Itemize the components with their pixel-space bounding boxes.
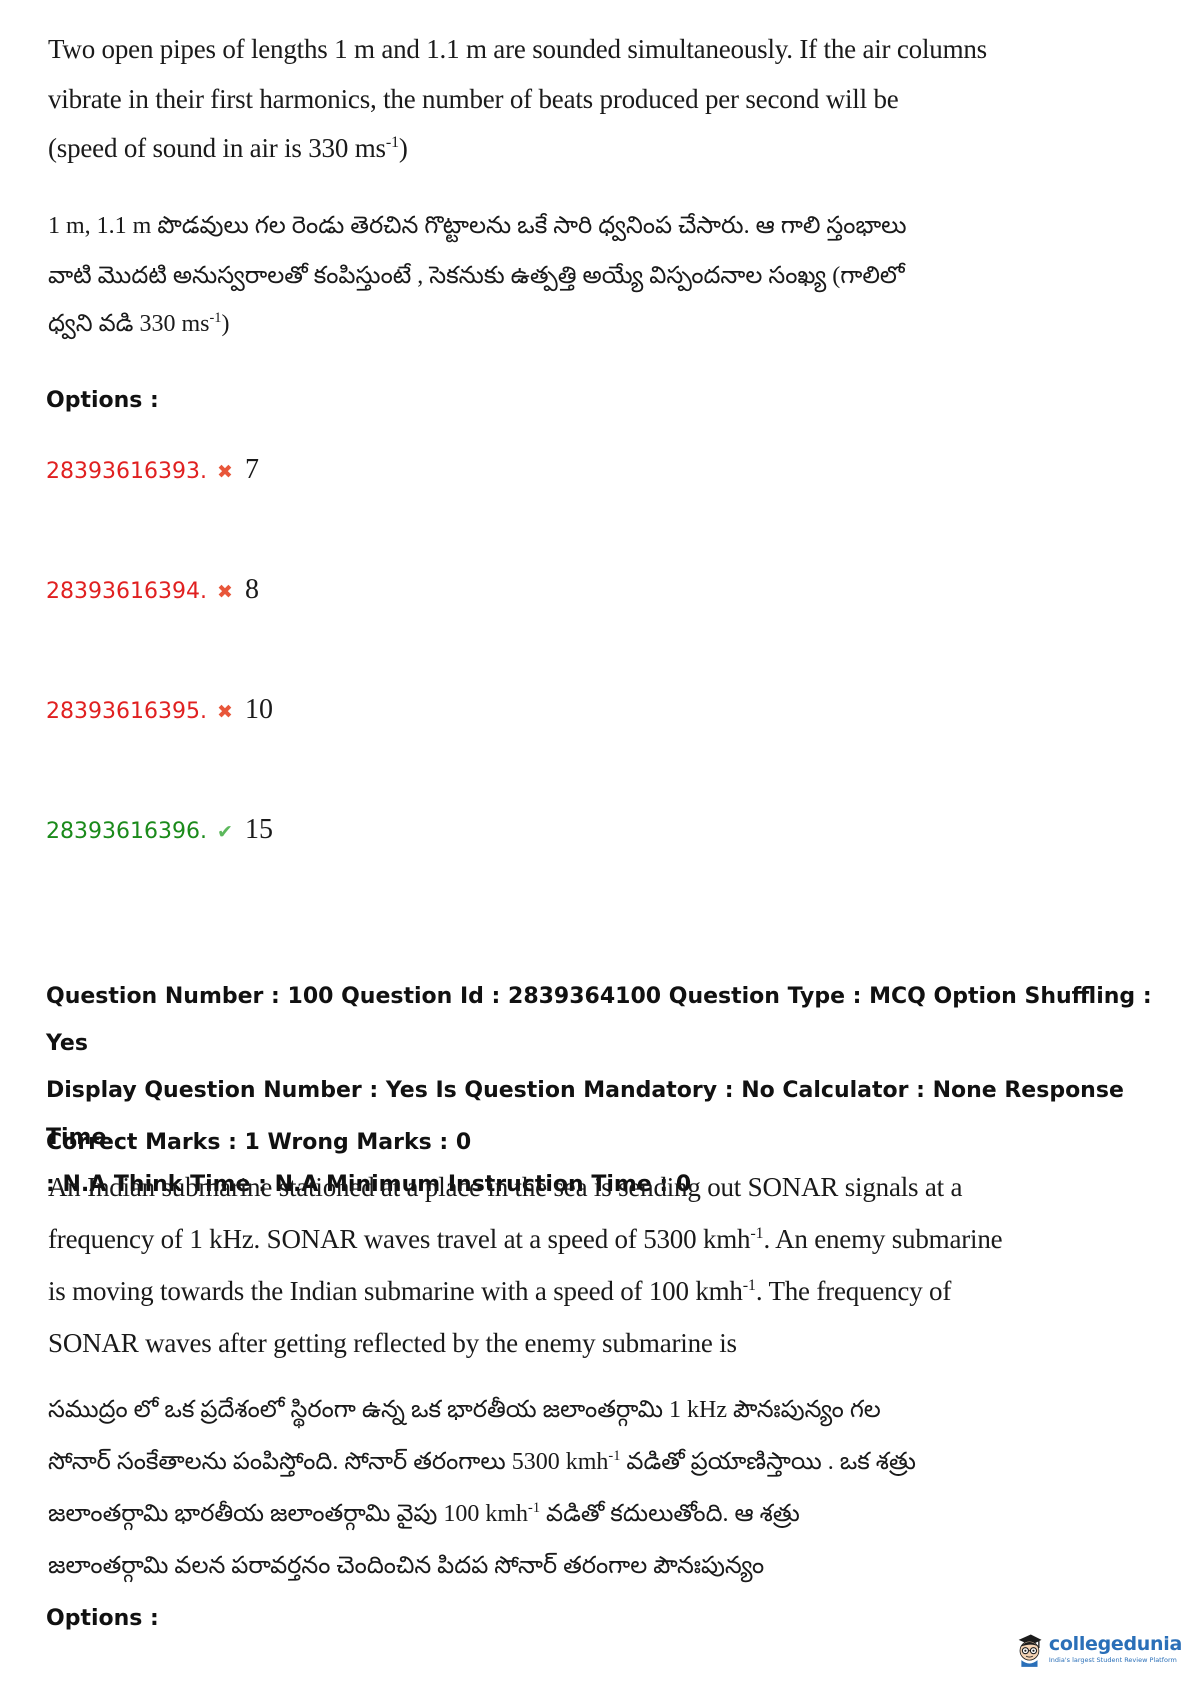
option-1: 28393616393. ✖ 7 — [46, 454, 259, 486]
question-1-telugu-line-1: 1 m, 1.1 m పొడవులు గల రెండు తెరచిన గొట్ట… — [48, 213, 907, 239]
option-2: 28393616394. ✖ 8 — [46, 574, 259, 606]
question-1-english-line-3: (speed of sound in air is 330 ms-1) — [48, 133, 408, 163]
question-2-english-line-4: SONAR waves after getting reflected by t… — [48, 1328, 737, 1358]
question-1-telugu-line-2: వాటి మొదటి అనుస్వరాలతో కంపిస్తుంటే , సెక… — [48, 263, 905, 289]
option-id: 28393616394. — [46, 579, 207, 604]
logo-tagline: India's largest Student Review Platform — [1048, 1655, 1177, 1664]
question-2-telugu-line-4: జలాంతర్గామి వలన పరావర్తనం చెందించిన పిదప… — [48, 1553, 765, 1579]
options-label-2: Options : — [46, 1606, 159, 1631]
question-1-english-line-2: vibrate in their first harmonics, the nu… — [48, 84, 899, 114]
question-2-telugu-line-2: సోనార్ సంకేతాలను పంపిస్తోంది. సోనార్ తరం… — [48, 1448, 916, 1475]
option-value: 8 — [244, 574, 259, 605]
logo-text: collegedunia India's largest Student Rev… — [1049, 1633, 1182, 1664]
metadata-line-1: Question Number : 100 Question Id : 2839… — [46, 984, 1152, 1056]
option-id: 28393616396. — [46, 819, 207, 844]
student-mascot-icon — [1018, 1634, 1042, 1667]
option-3: 28393616395. ✖ 10 — [46, 694, 273, 726]
option-id: 28393616393. — [46, 459, 207, 484]
cross-icon: ✖ — [216, 461, 233, 483]
cross-icon: ✖ — [216, 581, 233, 603]
question-2-english-line-1: An Indian submarine stationed at a place… — [48, 1172, 963, 1202]
option-4: 28393616396. ✔ 15 — [46, 814, 273, 846]
question-2-english-line-3: is moving towards the Indian submarine w… — [48, 1276, 952, 1306]
question-2-telugu-line-3: జలాంతర్గామి భారతీయ జలాంతర్గామి వైపు 100 … — [48, 1500, 800, 1527]
marks-info: Correct Marks : 1 Wrong Marks : 0 — [46, 1130, 472, 1155]
question-2-english-line-2: frequency of 1 kHz. SONAR waves travel a… — [48, 1224, 1003, 1254]
question-1-telugu-line-3: ధ్వని వడి 330 ms-1) — [48, 310, 230, 337]
option-value: 10 — [244, 694, 273, 725]
option-id: 28393616395. — [46, 699, 207, 724]
options-label: Options : — [46, 388, 159, 413]
question-2-telugu-line-1: సముద్రం లో ఒక ప్రదేశంలో స్థిరంగా ఉన్న ఒక… — [48, 1397, 881, 1423]
cross-icon: ✖ — [216, 701, 233, 723]
logo-name: collegedunia — [1048, 1632, 1182, 1655]
question-1-english-line-1: Two open pipes of lengths 1 m and 1.1 m … — [48, 34, 987, 64]
check-icon: ✔ — [216, 821, 233, 843]
collegedunia-logo: collegedunia India's largest Student Rev… — [1016, 1617, 1182, 1679]
option-value: 7 — [244, 454, 259, 485]
option-value: 15 — [244, 814, 273, 845]
